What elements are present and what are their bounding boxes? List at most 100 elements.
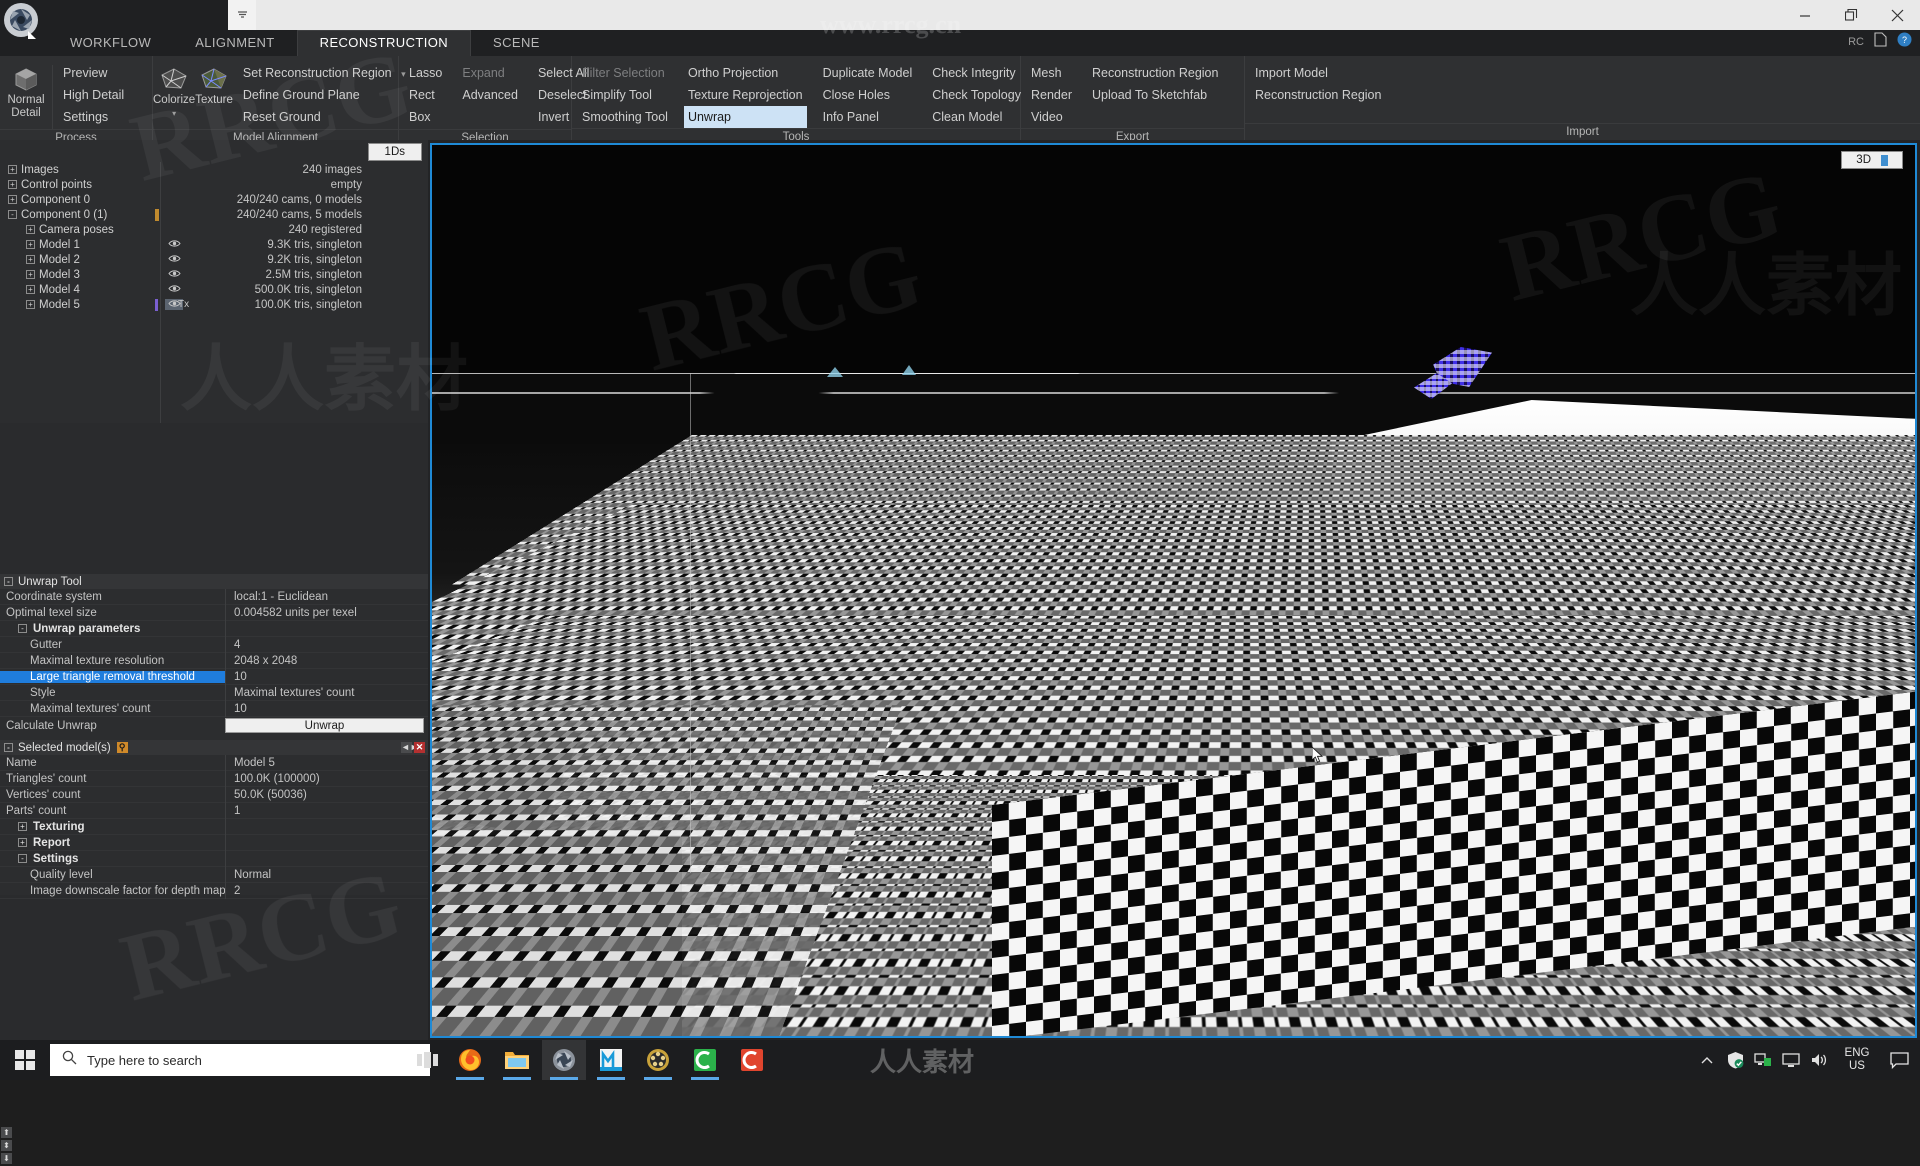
metashape-icon[interactable] (589, 1040, 633, 1080)
menu-item-import-model[interactable]: Import Model (1251, 62, 1385, 84)
visibility-eye-icon[interactable] (165, 254, 183, 266)
minimize-button[interactable] (1782, 0, 1828, 30)
property-row[interactable]: + Report (0, 834, 428, 851)
menu-item-smoothing-tool[interactable]: Smoothing Tool (578, 106, 672, 128)
system-tray[interactable]: ENG US (1694, 1040, 1920, 1080)
unwrap-panel-title-bar[interactable]: - Unwrap Tool (0, 574, 428, 589)
expand-icon[interactable]: + (26, 300, 35, 309)
property-row[interactable]: - Settings (0, 850, 428, 867)
menu-item-mesh[interactable]: Mesh (1027, 62, 1076, 84)
menu-item-settings[interactable]: Settings (59, 106, 128, 128)
file-explorer-icon[interactable] (495, 1040, 539, 1080)
visibility-eye-icon[interactable] (165, 269, 183, 281)
property-row[interactable]: Gutter 4 (0, 636, 428, 653)
show-hidden-icons-icon[interactable] (1694, 1040, 1720, 1080)
collapse-icon[interactable]: - (18, 853, 27, 863)
cinema4d-icon[interactable] (683, 1040, 727, 1080)
menu-item-expand[interactable]: Expand (458, 62, 522, 84)
close-button[interactable] (1874, 0, 1920, 30)
property-value[interactable]: 4 (225, 636, 428, 653)
3d-viewport[interactable]: 3D (430, 143, 1917, 1038)
property-value[interactable]: 10 (225, 668, 428, 685)
selected-model-title-bar[interactable]: - Selected model(s) ⚲ ◄► ✕ (0, 740, 428, 755)
document-icon[interactable] (1874, 32, 1887, 52)
property-value[interactable]: Model 5 (225, 754, 428, 771)
monitor-icon[interactable] (1778, 1040, 1804, 1080)
tree-row[interactable]: + Control points empty (0, 177, 428, 192)
visibility-eye-icon[interactable] (165, 284, 183, 296)
property-row[interactable]: Image downscale factor for depth maps 2 (0, 882, 428, 899)
property-row[interactable]: Triangles' count 100.0K (100000) (0, 770, 428, 787)
property-value[interactable]: 1 (225, 802, 428, 819)
expand-icon[interactable]: + (26, 255, 35, 264)
property-value[interactable] (225, 850, 428, 867)
ribbon-right-icons[interactable]: RC ? (1848, 32, 1912, 52)
menu-item-check-integrity[interactable]: Check Integrity (928, 62, 1025, 84)
menu-item-define-ground-plane[interactable]: Define Ground Plane (239, 84, 410, 106)
property-row[interactable]: Maximal texture resolution 2048 x 2048 (0, 652, 428, 669)
taskbar-app-icons[interactable] (448, 1040, 774, 1080)
tree-row[interactable]: + Images 240 images (0, 162, 428, 177)
menu-item-reset-ground[interactable]: Reset Ground (239, 106, 410, 128)
property-row[interactable]: Optimal texel size 0.004582 units per tex… (0, 604, 428, 621)
property-value[interactable]: Maximal textures' count (225, 684, 428, 701)
menu-item-clean-model[interactable]: Clean Model (928, 106, 1025, 128)
property-value[interactable]: 0.004582 units per texel (225, 604, 428, 621)
action-center-icon[interactable] (1882, 1040, 1916, 1080)
tree-tab-row[interactable]: 1Ds (367, 143, 422, 161)
expand-icon[interactable]: + (8, 195, 17, 204)
network-pc-icon[interactable] (1750, 1040, 1776, 1080)
media-player-icon[interactable] (636, 1040, 680, 1080)
language-indicator[interactable]: ENG US (1834, 1040, 1880, 1080)
menu-item-simplify-tool[interactable]: Simplify Tool (578, 84, 672, 106)
menu-item-render[interactable]: Render (1027, 84, 1076, 106)
property-value[interactable]: 50.0K (50036) (225, 786, 428, 803)
pin-icon[interactable]: ⚲ (116, 742, 128, 753)
tree-row[interactable]: + Component 0 240/240 cams, 0 models (0, 192, 428, 207)
tree-row[interactable]: + Model 1 9.3K tris, singleton (0, 237, 428, 252)
property-row[interactable]: Parts' count 1 (0, 802, 428, 819)
tree-row[interactable]: + Model 3 2.5M tris, singleton (0, 267, 428, 282)
menu-item-video[interactable]: Video (1027, 106, 1076, 128)
menu-item-filter-selection[interactable]: Filter Selection (578, 62, 672, 84)
capture-one-icon[interactable] (730, 1040, 774, 1080)
menu-item-ortho-projection[interactable]: Ortho Projection (684, 62, 807, 84)
menu-item-duplicate-model[interactable]: Duplicate Model (819, 62, 917, 84)
property-row[interactable]: Large triangle removal threshold 10 (0, 668, 428, 685)
menu-item-lasso[interactable]: Lasso (405, 62, 446, 84)
spinner-both-button[interactable]: ⬍ (1, 1140, 12, 1151)
menu-item-upload-to-sketchfab[interactable]: Upload To Sketchfab (1088, 84, 1222, 106)
help-icon[interactable]: ? (1897, 32, 1912, 52)
property-value[interactable]: local:1 - Euclidean (225, 588, 428, 605)
menu-item-preview[interactable]: Preview (59, 62, 128, 84)
property-value[interactable] (225, 620, 428, 637)
menu-item-advanced[interactable]: Advanced (458, 84, 522, 106)
float-panel-button[interactable]: ◄► (401, 742, 419, 753)
volume-icon[interactable] (1806, 1040, 1832, 1080)
spinner-down-button[interactable]: ⬇ (1, 1153, 12, 1164)
panel-spinner-buttons[interactable]: ⬆ ⬍ ⬇ (1, 1127, 12, 1166)
reality-capture-icon[interactable] (542, 1040, 586, 1080)
visibility-eye-icon[interactable] (165, 239, 183, 251)
task-view-icon[interactable] (406, 1044, 450, 1076)
collapse-icon[interactable]: - (18, 623, 27, 633)
property-value[interactable]: 2048 x 2048 (225, 652, 428, 669)
property-row[interactable]: - Unwrap parameters (0, 620, 428, 637)
property-row[interactable]: Quality level Normal (0, 866, 428, 883)
tree-row[interactable]: + Model 5 Tx 100.0K tris, singleton (0, 297, 428, 312)
collapse-icon[interactable]: - (8, 210, 17, 219)
menu-item-unwrap[interactable]: Unwrap (683, 106, 807, 128)
menu-item-box[interactable]: Box (405, 106, 446, 128)
property-value[interactable]: Normal (225, 866, 428, 883)
panel-controls[interactable]: ◄► ✕ (401, 742, 425, 753)
expand-icon[interactable]: + (26, 285, 35, 294)
menu-item-check-topology[interactable]: Check Topology (928, 84, 1025, 106)
menu-item-high-detail[interactable]: High Detail (59, 84, 128, 106)
property-row[interactable]: Style Maximal textures' count (0, 684, 428, 701)
qat-overflow-button[interactable] (228, 0, 256, 30)
defender-shield-icon[interactable] (1722, 1040, 1748, 1080)
expand-icon[interactable]: + (26, 270, 35, 279)
expand-icon[interactable]: + (8, 165, 17, 174)
unwrap-button[interactable]: Unwrap (225, 718, 424, 733)
property-value[interactable]: 2 (225, 882, 428, 899)
